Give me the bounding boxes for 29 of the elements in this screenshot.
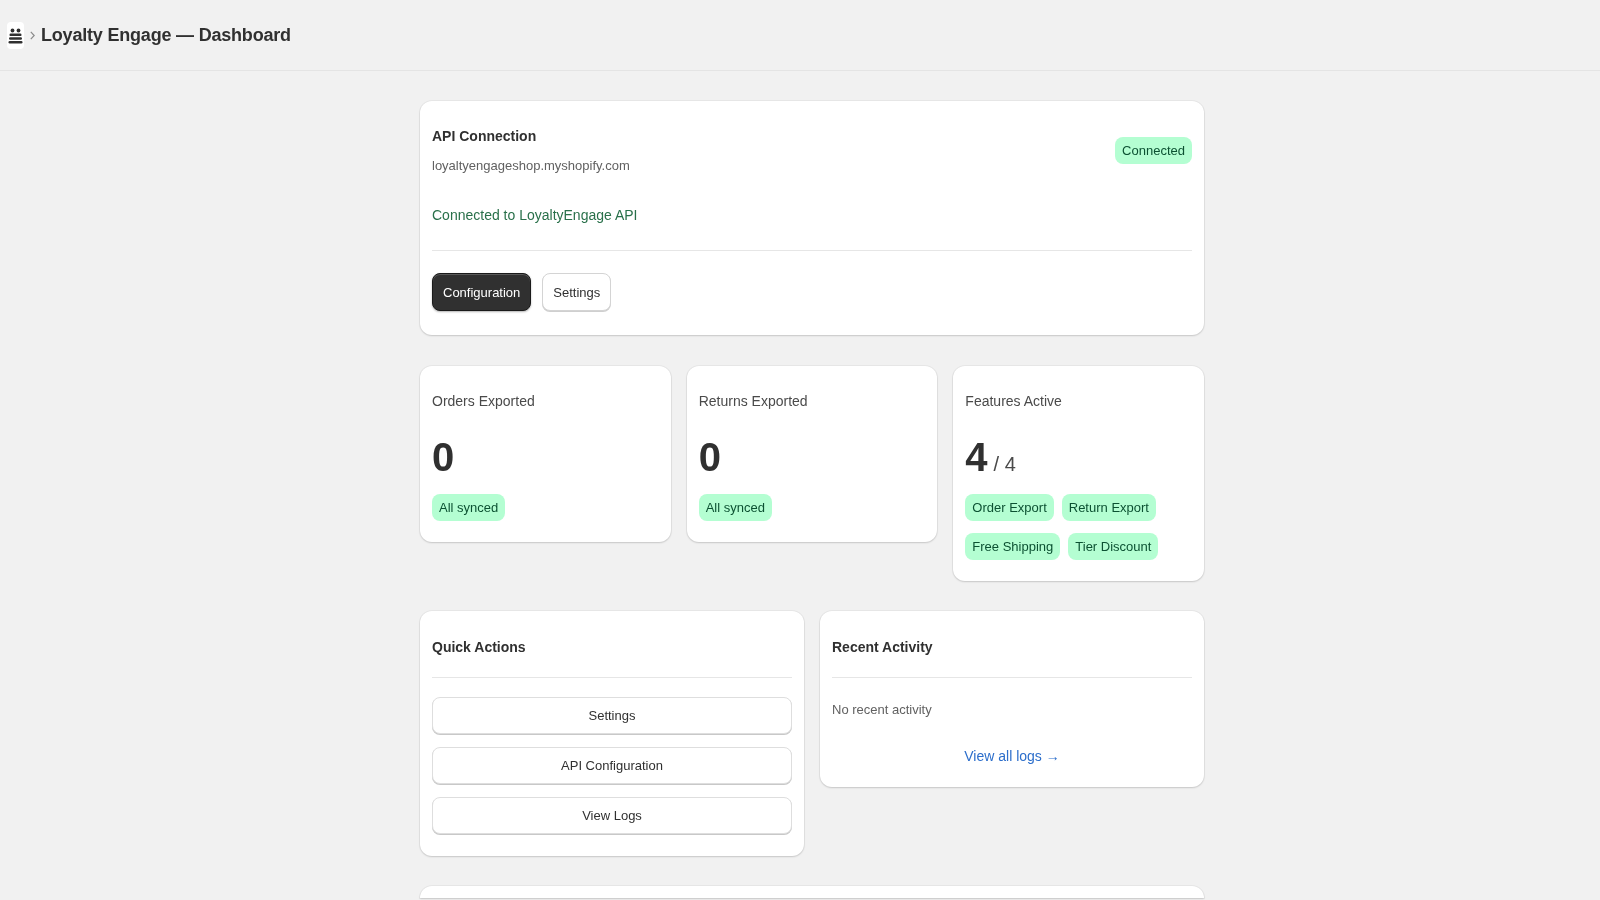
stat-total: / 4: [993, 453, 1016, 476]
status-badge: Connected: [1115, 137, 1192, 164]
settings-button[interactable]: Settings: [542, 273, 612, 311]
card-title: Quick Actions: [432, 638, 527, 657]
status-tag: All synced: [432, 494, 506, 521]
users-icon[interactable]: [7, 21, 24, 49]
stat-value: 4: [965, 435, 988, 479]
action-button[interactable]: API Configuration: [432, 747, 792, 784]
stat-value: 0: [432, 435, 455, 479]
view-logs-link[interactable]: View all logs →: [964, 747, 1060, 765]
configuration-button[interactable]: Configuration: [432, 273, 532, 311]
chevron-right-icon: [30, 30, 35, 40]
shop-domain: loyaltyengageshop.myshopify.com: [432, 157, 630, 175]
action-button[interactable]: Settings: [432, 697, 792, 734]
card-title: Recent Activity: [832, 638, 934, 657]
stat-label: Orders Exported: [432, 392, 536, 410]
status-tag: Return Export: [1061, 494, 1156, 521]
empty-message: No recent activity: [832, 701, 933, 719]
stat-value: 0: [698, 435, 721, 479]
status-tag: Free Shipping: [965, 533, 1061, 560]
status-tag: All synced: [698, 494, 772, 521]
card-title: API Connection: [432, 127, 538, 146]
stat-label: Returns Exported: [698, 392, 809, 410]
connection-message: Connected to LoyaltyEngage API: [432, 206, 639, 224]
status-tag: Tier Discount: [1068, 533, 1159, 560]
action-button[interactable]: View Logs: [432, 797, 792, 834]
page-title: Loyalty Engage — Dashboard: [41, 24, 291, 46]
status-tag: Order Export: [965, 494, 1054, 521]
stat-label: Features Active: [965, 392, 1063, 410]
